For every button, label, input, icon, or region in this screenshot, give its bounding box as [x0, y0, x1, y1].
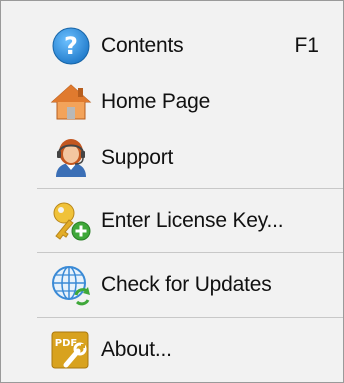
menu-item-contents[interactable]: ? Contents F1 [45, 20, 327, 72]
menu-item-about[interactable]: PDF About... [45, 324, 327, 376]
menu-item-label: Support [101, 146, 174, 169]
about-pdf-icon: PDF [45, 324, 97, 376]
license-key-icon [45, 195, 97, 247]
menu-item-label: Home Page [101, 90, 211, 113]
svg-text:?: ? [64, 32, 78, 60]
support-agent-icon [45, 132, 97, 184]
menu-item-label: Check for Updates [101, 273, 272, 296]
menu-separator [37, 252, 343, 253]
menu-item-label: Enter License Key... [101, 209, 284, 232]
globe-update-icon [45, 259, 97, 311]
home-icon [45, 76, 97, 128]
menu-item-label: Contents [101, 34, 184, 57]
menu-item-check-for-updates[interactable]: Check for Updates [45, 259, 327, 311]
menu-item-label: About... [101, 338, 172, 361]
shortcut-key: F1 [294, 34, 319, 57]
menu-separator [37, 317, 343, 318]
menu-item-support[interactable]: Support [45, 132, 327, 184]
help-question-icon: ? [45, 20, 97, 72]
menu-item-home-page[interactable]: Home Page [45, 76, 327, 128]
menu-item-enter-license-key[interactable]: Enter License Key... [45, 195, 327, 247]
help-dropdown-menu: ? Contents F1 Home Page Support Enter Li… [0, 0, 344, 383]
menu-separator [37, 188, 343, 189]
